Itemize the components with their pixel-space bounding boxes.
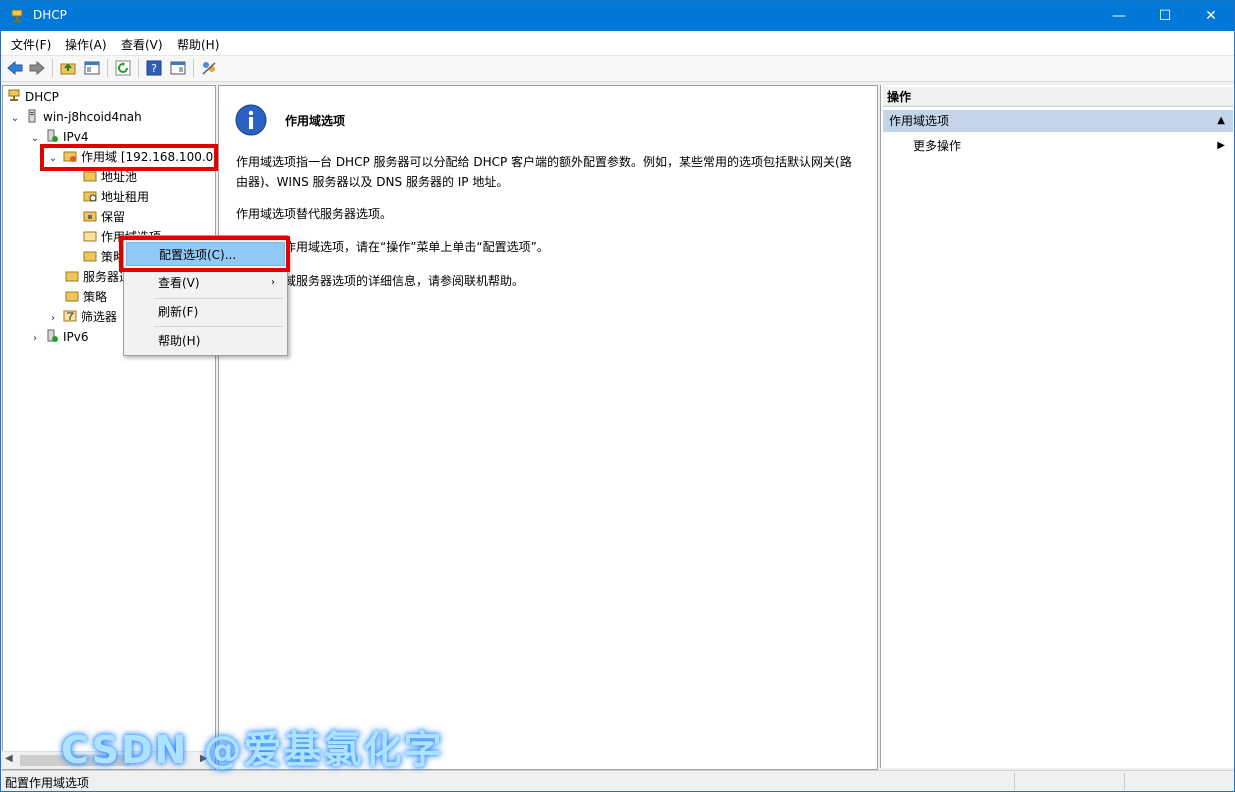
tree-label: 筛选器 bbox=[81, 310, 118, 324]
help-icon[interactable]: ? bbox=[145, 59, 163, 77]
tree-label: 地址池 bbox=[101, 170, 138, 184]
more-actions-item[interactable]: 更多操作 ▶ bbox=[913, 137, 1233, 155]
scroll-left-icon[interactable]: ◀ bbox=[5, 753, 13, 764]
result-pane: 作用域选项 作用域选项指一台 DHCP 服务器可以分配给 DHCP 客户端的额外… bbox=[218, 85, 878, 770]
tree-label: IPv6 bbox=[63, 330, 89, 344]
status-divider bbox=[1014, 773, 1015, 790]
folder-icon bbox=[65, 291, 79, 302]
ipv6-icon bbox=[47, 329, 58, 342]
dhcp-root-icon bbox=[8, 89, 20, 101]
show-hide-tree-icon[interactable] bbox=[83, 59, 101, 77]
folder-clock-icon bbox=[83, 191, 97, 202]
csdn-watermark: CSDN @爱基氯化字 bbox=[61, 728, 444, 772]
description-paragraph: 作用域选项替代服务器选项。 bbox=[236, 207, 393, 221]
context-menu-refresh[interactable]: 刷新(F) bbox=[126, 300, 285, 324]
submenu-arrow-icon: › bbox=[271, 277, 275, 288]
menu-file[interactable]: 文件(F) bbox=[11, 36, 51, 53]
tree-item-server[interactable]: ⌄ win-j8hcoid4nah bbox=[9, 108, 142, 126]
action-pane: 操作 作用域选项 ▲ 更多操作 ▶ bbox=[880, 85, 1234, 768]
tree-item-address-leases[interactable]: 地址租用 bbox=[83, 188, 149, 206]
tree-item-dhcp-root[interactable]: DHCP bbox=[7, 88, 59, 106]
back-arrow-icon[interactable] bbox=[6, 59, 24, 77]
minimize-button[interactable]: — bbox=[1096, 1, 1142, 31]
info-icon bbox=[235, 104, 267, 136]
dhcp-window: DHCP — ☐ ✕ 文件(F) 操作(A) 查看(V) 帮助(H) ? DHC… bbox=[0, 0, 1235, 792]
folder-icon bbox=[83, 171, 97, 182]
annotation-box-configure-options bbox=[119, 236, 290, 272]
action-section-scope-options[interactable]: 作用域选项 ▲ bbox=[883, 110, 1233, 132]
context-menu-help[interactable]: 帮助(H) bbox=[126, 329, 285, 353]
action-section-label: 作用域选项 bbox=[889, 114, 950, 128]
toolbar: ? bbox=[1, 56, 1234, 82]
tree-item-filters[interactable]: › 筛选器 bbox=[47, 308, 117, 326]
tree-label: win-j8hcoid4nah bbox=[43, 110, 142, 124]
action-pane-header: 操作 bbox=[883, 87, 1233, 107]
tree-label: 策略 bbox=[83, 290, 108, 304]
description-paragraph: 有关作用域服务器选项的详细信息，请参阅联机帮助。 bbox=[236, 274, 525, 288]
toolbar-separator bbox=[52, 59, 53, 77]
expand-chevron-icon[interactable]: › bbox=[29, 330, 41, 348]
tree-item-reservations[interactable]: 保留 bbox=[83, 208, 125, 226]
window-title: DHCP bbox=[33, 8, 67, 22]
collapse-triangle-icon[interactable]: ▲ bbox=[1217, 110, 1225, 132]
forward-arrow-icon[interactable] bbox=[28, 59, 46, 77]
context-menu-label: 查看(V) bbox=[158, 276, 200, 290]
more-actions-label: 更多操作 bbox=[913, 139, 962, 153]
toolbar-separator bbox=[193, 59, 194, 77]
folder-icon bbox=[83, 251, 97, 262]
menu-separator bbox=[154, 298, 283, 299]
tree-item-ipv6[interactable]: › IPv6 bbox=[29, 328, 89, 346]
description-paragraph: 作用域选项指一台 DHCP 服务器可以分配给 DHCP 客户端的额外配置参数。例… bbox=[236, 155, 852, 189]
toolbar-separator bbox=[107, 59, 108, 77]
submenu-arrow-icon: ▶ bbox=[1217, 140, 1225, 151]
expand-chevron-icon[interactable]: › bbox=[47, 310, 59, 328]
folder-icon bbox=[83, 211, 97, 222]
dhcp-app-icon bbox=[11, 9, 23, 22]
up-folder-icon[interactable] bbox=[59, 59, 77, 77]
menu-action[interactable]: 操作(A) bbox=[65, 36, 107, 53]
status-divider bbox=[1124, 773, 1125, 790]
menu-separator bbox=[154, 326, 283, 327]
maximize-button[interactable]: ☐ bbox=[1142, 1, 1188, 31]
filter-icon bbox=[63, 310, 77, 322]
tree-label: DHCP bbox=[25, 90, 59, 104]
context-menu-view[interactable]: 查看(V) › bbox=[126, 271, 285, 295]
tree-label: 保留 bbox=[101, 210, 126, 224]
tree-item-policies[interactable]: 策略 bbox=[65, 288, 107, 306]
toolbar-separator bbox=[138, 59, 139, 77]
tree-label: 地址租用 bbox=[101, 190, 150, 204]
folder-options-icon bbox=[83, 231, 97, 242]
description-paragraph: 若要添加作用域选项，请在“操作”菜单上单击“配置选项”。 bbox=[236, 240, 549, 254]
status-text: 配置作用域选项 bbox=[5, 776, 90, 790]
svg-text:?: ? bbox=[151, 62, 157, 75]
content-title: 作用域选项 bbox=[285, 114, 346, 128]
show-hide-action-pane-icon[interactable] bbox=[169, 59, 187, 77]
folder-icon bbox=[65, 271, 79, 282]
tree-label: IPv4 bbox=[63, 130, 89, 144]
menu-view[interactable]: 查看(V) bbox=[121, 36, 163, 53]
collapse-chevron-icon[interactable]: ⌄ bbox=[9, 110, 21, 128]
annotation-box-scope bbox=[40, 144, 218, 171]
refresh-icon[interactable] bbox=[114, 59, 132, 77]
close-button[interactable]: ✕ bbox=[1188, 1, 1234, 31]
title-bar: DHCP — ☐ ✕ bbox=[1, 1, 1234, 31]
menu-bar: 文件(F) 操作(A) 查看(V) 帮助(H) bbox=[1, 31, 1234, 56]
console-tree: DHCP ⌄ win-j8hcoid4nah ⌄ IPv4 ⌄ 作用域 [192… bbox=[2, 85, 216, 770]
server-icon bbox=[28, 109, 36, 123]
menu-help[interactable]: 帮助(H) bbox=[177, 36, 219, 53]
configure-users-icon[interactable] bbox=[200, 59, 218, 77]
ipv4-icon bbox=[47, 129, 58, 142]
